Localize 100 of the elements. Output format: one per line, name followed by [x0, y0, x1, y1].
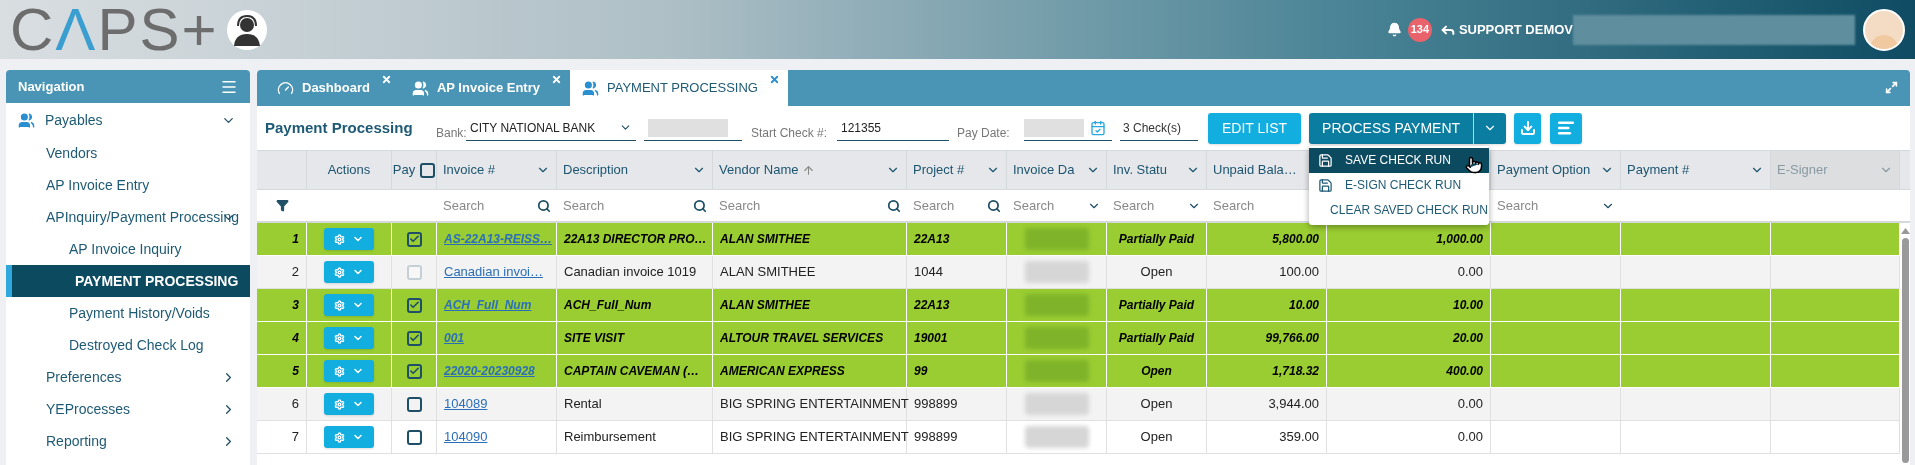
check-icon	[408, 332, 420, 344]
table-row[interactable]: 1 AS-22A13-REISS… 22A13 DIRECTOR PRO… ALAN SMITHEE 22A13 Partially Paid 5,800.00 1,000.00	[257, 223, 1900, 256]
filter-field[interactable]: Search	[907, 190, 1007, 221]
table-cell-text: AMERICAN EXPRESS	[720, 363, 845, 380]
column-header[interactable]: Invoice Da	[1007, 151, 1107, 189]
gear-icon	[334, 365, 345, 377]
checkbox[interactable]	[406, 429, 422, 445]
filter-field[interactable]: Search	[437, 190, 557, 221]
checkbox[interactable]	[406, 297, 422, 313]
table-cell-text: Partially Paid	[1118, 297, 1195, 314]
page-title: Payment Processing	[265, 117, 414, 138]
menu-item[interactable]: SAVE CHECK RUN	[1309, 147, 1490, 173]
scroll-up-icon[interactable]	[1900, 228, 1910, 234]
column-header[interactable]: Payment Option	[1491, 151, 1621, 189]
table-row[interactable]: 3 ACH_Full_Num ACH_Full_Num ALAN SMITHEE 22A13 Partially Paid 10.00 10.00	[257, 289, 1900, 322]
table-cell-text: 99	[914, 363, 928, 380]
menu-item[interactable]: CLEAR SAVED CHECK RUN	[1309, 197, 1490, 223]
table-cell-text: 99,766.00	[1265, 330, 1319, 347]
start-check-field[interactable]: 121355	[837, 115, 949, 141]
tab[interactable]: PAYMENT PROCESSING	[570, 70, 788, 106]
table-cell-text: 10.00	[1288, 297, 1319, 314]
table-cell-text: Open	[1140, 428, 1173, 447]
table-row[interactable]: 7 104090 Reimbursement BIG SPRING ENTERTAINMENT 998899 Open 359.00 0.00	[257, 421, 1900, 454]
row-number: 4	[292, 330, 299, 347]
row-number: 1	[292, 231, 299, 248]
layout-button[interactable]	[1550, 112, 1583, 144]
checkbox[interactable]	[420, 162, 436, 178]
filter-icon[interactable]	[275, 199, 289, 212]
user-name[interactable]: SUPPORT DEMOV	[1458, 19, 1573, 40]
table-cell-text: Reimbursement	[564, 428, 656, 447]
table-row[interactable]: 4 001 SITE VISIT ALTOUR TRAVEL SERVICES 19001 Partially Paid 99,766.00 20.00	[257, 322, 1900, 355]
row-number: 5	[292, 363, 299, 380]
column-header[interactable]: Inv. Statu	[1107, 151, 1207, 189]
invoice-link[interactable]: 104090	[444, 427, 488, 447]
close-icon[interactable]	[551, 74, 562, 85]
nav-item[interactable]: PAYMENT PROCESSING	[6, 265, 250, 297]
invoice-link[interactable]: 104089	[444, 394, 488, 414]
table-cell-text: 20.00	[1452, 330, 1483, 347]
checkbox[interactable]	[406, 396, 422, 412]
support-agent-icon	[226, 9, 267, 50]
expand-icon[interactable]	[1885, 81, 1898, 94]
table-row[interactable]: 5 22020-20230928 CAPTAIN CAVEMAN (… AMERICAN EXPRESS 99 Open 1,718.32 400.00	[257, 355, 1900, 388]
table-cell-text: BIG SPRING ENTERTAINMENT	[720, 395, 909, 414]
row-number: 3	[292, 297, 299, 314]
table-cell-text: 5,800.00	[1272, 231, 1319, 248]
lines-icon	[1557, 119, 1576, 137]
bank-select[interactable]: CITY NATIONAL BANK	[466, 115, 636, 141]
hand-cursor-icon	[1465, 155, 1484, 174]
table-cell-text: ALTOUR TRAVEL SERVICES	[720, 330, 884, 347]
download-button[interactable]	[1514, 112, 1542, 144]
table-cell-text: ALAN SMITHEE	[720, 231, 810, 248]
column-header[interactable]: Invoice #	[437, 151, 557, 189]
column-header[interactable]: Description	[557, 151, 713, 189]
close-icon[interactable]	[380, 74, 392, 85]
check-icon	[408, 233, 420, 245]
nav-item[interactable]: Payables	[6, 103, 250, 137]
filter-field[interactable]: Search	[557, 190, 713, 221]
filter-field[interactable]: Search	[1107, 190, 1207, 221]
checkbox[interactable]	[406, 363, 422, 379]
table-cell-text: 359.00	[1279, 428, 1319, 447]
table-cell-text: CAPTAIN CAVEMAN (…	[564, 363, 699, 380]
redacted-block	[1024, 393, 1089, 415]
save-icon	[1318, 177, 1334, 193]
table-cell-text: Open	[1141, 363, 1172, 380]
table-cell-text: 998899	[914, 395, 958, 414]
redacted-block	[1024, 228, 1089, 250]
search-icon	[537, 198, 551, 213]
column-header[interactable]: Unpaid Bala…	[1207, 151, 1327, 189]
column-header[interactable]: Project #	[907, 151, 1007, 189]
nav-item[interactable]: Reporting	[6, 425, 250, 457]
close-icon[interactable]	[768, 74, 780, 85]
table-cell-text: Open	[1140, 263, 1173, 282]
avatar[interactable]	[1863, 8, 1905, 51]
calendar-icon[interactable]	[1090, 119, 1106, 136]
column-header[interactable]: Pay	[392, 151, 437, 189]
filter-field[interactable]: Search	[713, 190, 907, 221]
check-icon	[408, 365, 420, 377]
nav-item[interactable]: Preferences	[6, 361, 250, 393]
checkbox[interactable]	[406, 330, 422, 346]
nav-item[interactable]: APInquiry/Payment Processing	[6, 201, 250, 233]
column-header[interactable]: Vendor Name	[713, 151, 907, 189]
redacted-block	[1024, 261, 1089, 283]
checkbox[interactable]	[406, 231, 422, 247]
gear-icon	[334, 266, 345, 278]
nav-item[interactable]: AP Invoice Inquiry	[6, 233, 250, 265]
table-row[interactable]: 6 104089 Rental BIG SPRING ENTERTAINMENT 998899 Open 3,944.00 0.00	[257, 388, 1900, 421]
filter-field[interactable]: Search	[1491, 190, 1621, 221]
nav-item[interactable]: Payment History/Voids	[6, 297, 250, 329]
nav-item[interactable]: Destroyed Check Log	[6, 329, 250, 361]
table-cell-text: Canadian invoice 1019	[564, 263, 697, 282]
nav-item[interactable]: Vendors	[6, 137, 250, 169]
column-header[interactable]: Actions	[307, 151, 392, 189]
nav-item[interactable]: YEProcesses	[6, 393, 250, 425]
process-payment-button[interactable]: PROCESS PAYMENT	[1309, 112, 1507, 144]
table-cell-text: 1,718.32	[1272, 363, 1319, 380]
filter-field[interactable]: Search	[1007, 190, 1107, 221]
notifications-icon[interactable]	[1386, 22, 1402, 37]
people-icon	[411, 79, 429, 97]
gear-icon	[334, 233, 345, 245]
nav-item[interactable]: AP Invoice Entry	[6, 169, 250, 201]
